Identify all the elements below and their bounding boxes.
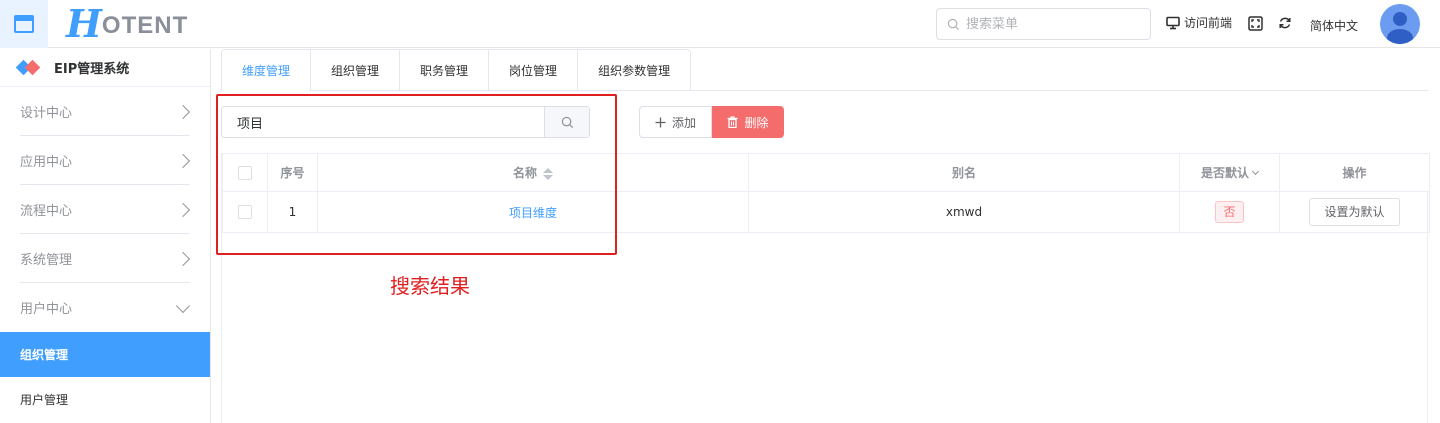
fullscreen-icon: [1248, 16, 1263, 31]
tab-bar: 维度管理 组织管理 职务管理 岗位管理 组织参数管理: [221, 49, 1428, 91]
tab-label: 岗位管理: [509, 63, 558, 78]
tab-post-management[interactable]: 岗位管理: [488, 49, 578, 91]
sidebar-item-label: 系统管理: [20, 253, 73, 268]
language-selector[interactable]: 简体中文: [1310, 17, 1358, 34]
header-name[interactable]: 名称: [317, 153, 749, 192]
fullscreen-button[interactable]: [1248, 16, 1263, 31]
select-all-checkbox[interactable]: [238, 165, 252, 180]
avatar-person-icon: [1387, 12, 1413, 44]
chevron-right-icon: [175, 104, 191, 119]
sidebar-item-system-management[interactable]: 系统管理: [0, 234, 210, 283]
tab-job-management[interactable]: 职务管理: [399, 49, 489, 91]
delete-button-label: 删除: [744, 115, 769, 130]
header-is-default-label: 是否默认: [1200, 166, 1249, 180]
sort-icon[interactable]: [543, 167, 553, 180]
sidebar-menu: 设计中心 应用中心 流程中心 系统管理 用户中心 组织管理 用户管理: [0, 87, 210, 421]
sidebar-item-label: 流程中心: [20, 204, 73, 219]
sidebar-brand: EIP管理系统: [0, 49, 210, 87]
plus-icon: [655, 117, 666, 127]
visit-frontend-label: 访问前端: [1184, 16, 1233, 30]
default-status-badge: 否: [1215, 201, 1244, 223]
tab-label: 维度管理: [242, 63, 291, 78]
sidebar-subitem-label: 组织管理: [20, 348, 69, 362]
chevron-right-icon: [175, 202, 191, 217]
tab-label: 职务管理: [420, 63, 469, 78]
row-checkbox[interactable]: [238, 205, 252, 220]
table-header-row: 序号 名称 别名 是否默认 操作: [222, 153, 1430, 192]
search-result-annotation: 搜索结果: [390, 274, 470, 298]
menu-search-input[interactable]: [966, 16, 1136, 32]
row-actions-cell: 设置为默认: [1279, 191, 1430, 233]
header-name-label: 名称: [512, 166, 537, 180]
table-row: 1 项目维度 xmwd 否 设置为默认: [222, 191, 1430, 233]
row-alias: xmwd: [748, 191, 1180, 233]
refresh-button[interactable]: [1278, 16, 1292, 30]
sidebar-item-label: 应用中心: [20, 155, 73, 170]
sidebar-item-app-center[interactable]: 应用中心: [0, 136, 210, 185]
header-actions: 操作: [1279, 153, 1430, 192]
delete-button[interactable]: 删除: [712, 106, 784, 138]
add-button[interactable]: 添加: [639, 106, 712, 138]
menu-search[interactable]: [936, 8, 1151, 40]
header-alias: 别名: [748, 153, 1180, 192]
header-is-default[interactable]: 是否默认: [1179, 153, 1280, 192]
logo-h: H: [66, 1, 102, 46]
brand-diamond-icon: [15, 59, 41, 75]
visit-frontend-link[interactable]: 访问前端: [1166, 14, 1232, 31]
set-default-button[interactable]: 设置为默认: [1309, 198, 1400, 226]
tab-org-params-management[interactable]: 组织参数管理: [577, 49, 692, 91]
refresh-icon: [1279, 17, 1291, 29]
chevron-down-icon: [175, 298, 191, 313]
row-default-cell: 否: [1179, 191, 1280, 233]
menu-window-icon: [14, 15, 34, 33]
sidebar-subitem-label: 用户管理: [20, 392, 69, 407]
chevron-right-icon: [175, 153, 191, 168]
sidebar-item-process-center[interactable]: 流程中心: [0, 185, 210, 234]
trash-icon: [727, 116, 738, 128]
sidebar-subitem-user-management[interactable]: 用户管理: [0, 377, 210, 421]
menu-toggle-button[interactable]: [0, 0, 48, 48]
query-box: [221, 106, 590, 138]
search-icon: [947, 18, 960, 30]
sidebar-item-label: 用户中心: [20, 302, 73, 317]
row-select-cell: [222, 191, 268, 233]
row-index: 1: [267, 191, 318, 233]
brand-title: EIP管理系统: [54, 62, 130, 77]
sidebar: EIP管理系统 设计中心 应用中心 流程中心 系统管理 用户中心 组织管理 用户…: [0, 49, 211, 423]
select-all-cell: [222, 153, 268, 192]
language-label: 简体中文: [1310, 19, 1359, 33]
chevron-right-icon: [175, 251, 191, 266]
tab-dimension-management[interactable]: 维度管理: [221, 49, 311, 91]
query-search-button[interactable]: [544, 107, 589, 137]
monitor-icon: [1166, 16, 1180, 29]
logo: H OTENT: [66, 1, 189, 46]
sidebar-item-user-center[interactable]: 用户中心: [0, 283, 210, 332]
sidebar-item-label: 设计中心: [20, 106, 73, 121]
add-button-label: 添加: [671, 115, 696, 130]
logo-text: OTENT: [101, 12, 189, 39]
row-name-cell: 项目维度: [317, 191, 749, 233]
sidebar-item-design-center[interactable]: 设计中心: [0, 87, 210, 136]
row-name-link[interactable]: 项目维度: [509, 206, 557, 220]
tab-org-management[interactable]: 组织管理: [310, 49, 400, 91]
tab-label: 组织管理: [331, 63, 380, 78]
tab-label: 组织参数管理: [598, 63, 671, 78]
top-header: H OTENT 访问前端 简体中文: [0, 0, 1440, 48]
user-avatar[interactable]: [1380, 4, 1420, 44]
query-input[interactable]: [222, 107, 544, 137]
search-icon: [561, 116, 573, 128]
sidebar-subitem-org-management[interactable]: 组织管理: [0, 332, 210, 377]
chevron-down-icon: [1251, 167, 1260, 176]
header-index: 序号: [267, 153, 318, 192]
